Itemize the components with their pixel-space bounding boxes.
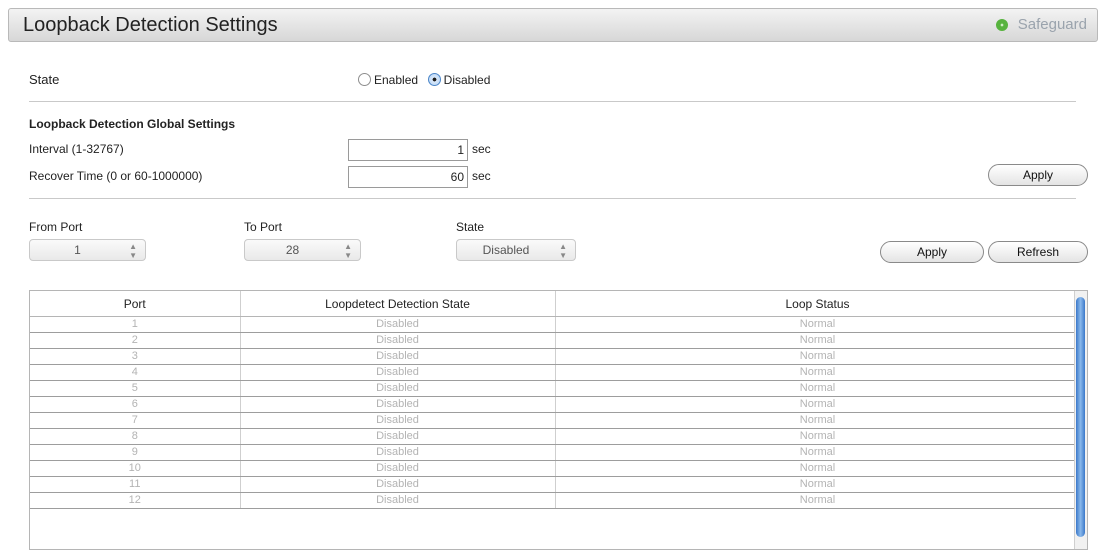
page-title: Loopback Detection Settings: [23, 14, 278, 36]
port-cell: 4: [30, 364, 241, 381]
table-row: 10 Disabled Normal: [30, 460, 1081, 477]
interval-label: Interval (1-32767): [29, 142, 124, 156]
to-port-label: To Port: [244, 220, 283, 234]
detection-state-cell: Disabled: [240, 428, 556, 445]
global-settings-heading: Loopback Detection Global Settings: [29, 117, 236, 131]
detection-state-cell: Disabled: [240, 396, 556, 413]
table-row: 8 Disabled Normal: [30, 428, 1081, 445]
port-state-select[interactable]: Disabled ▲ ▼: [456, 239, 576, 261]
enabled-radio[interactable]: [358, 73, 371, 86]
detection-state-cell: Disabled: [240, 476, 556, 493]
port-cell: 11: [30, 476, 241, 493]
state-radio-group: Enabled Disabled: [358, 72, 496, 87]
table-header-row: Port Loopdetect Detection State Loop Sta…: [30, 291, 1081, 317]
table-row: 3 Disabled Normal: [30, 348, 1081, 365]
port-cell: 2: [30, 332, 241, 349]
detection-state-cell: Disabled: [240, 380, 556, 397]
detection-state-cell: Disabled: [240, 316, 556, 333]
column-header-port: Port: [30, 291, 241, 317]
divider: [29, 198, 1076, 199]
table-row: 2 Disabled Normal: [30, 332, 1081, 349]
enabled-radio-label: Enabled: [374, 73, 419, 87]
loop-status-cell: Normal: [555, 460, 1081, 477]
loop-status-cell: Normal: [555, 380, 1081, 397]
recover-time-unit: sec: [472, 169, 491, 183]
refresh-button[interactable]: Refresh: [988, 241, 1088, 263]
port-cell: 5: [30, 380, 241, 397]
detection-state-cell: Disabled: [240, 444, 556, 461]
safeguard-label: Safeguard: [1017, 16, 1087, 33]
table-row: 7 Disabled Normal: [30, 412, 1081, 429]
to-port-value: 28: [285, 243, 300, 257]
port-cell: 9: [30, 444, 241, 461]
loop-status-cell: Normal: [555, 332, 1081, 349]
loop-status-cell: Normal: [555, 412, 1081, 429]
loop-status-cell: Normal: [555, 396, 1081, 413]
port-cell: 10: [30, 460, 241, 477]
up-down-arrows-icon: ▲ ▼: [559, 242, 567, 260]
column-header-detection-state: Loopdetect Detection State: [240, 291, 556, 317]
port-state-label: State: [456, 220, 485, 234]
divider: [29, 101, 1076, 102]
scrollbar-thumb[interactable]: [1076, 297, 1085, 537]
loop-status-cell: Normal: [555, 364, 1081, 381]
port-cell: 3: [30, 348, 241, 365]
up-down-arrows-icon: ▲ ▼: [129, 242, 137, 260]
table-row: 6 Disabled Normal: [30, 396, 1081, 413]
state-label: State: [29, 72, 60, 87]
detection-state-cell: Disabled: [240, 460, 556, 477]
detection-state-cell: Disabled: [240, 348, 556, 365]
from-port-select[interactable]: 1 ▲ ▼: [29, 239, 146, 261]
from-port-value: 1: [74, 243, 81, 257]
loop-status-cell: Normal: [555, 444, 1081, 461]
port-status-table: Port Loopdetect Detection State Loop Sta…: [29, 290, 1088, 550]
up-down-arrows-icon: ▲ ▼: [344, 242, 352, 260]
port-apply-button[interactable]: Apply: [880, 241, 984, 263]
column-header-loop-status: Loop Status: [555, 291, 1081, 317]
recover-time-input[interactable]: 60: [348, 166, 468, 188]
loop-status-cell: Normal: [555, 476, 1081, 493]
detection-state-cell: Disabled: [240, 364, 556, 381]
table-row: 1 Disabled Normal: [30, 316, 1081, 333]
table-row: 4 Disabled Normal: [30, 364, 1081, 381]
interval-unit: sec: [472, 142, 491, 156]
title-bar: Loopback Detection Settings Safeguard: [8, 8, 1098, 42]
port-cell: 7: [30, 412, 241, 429]
table-row: 11 Disabled Normal: [30, 476, 1081, 493]
table-scrollbar[interactable]: [1074, 291, 1087, 549]
disabled-radio[interactable]: [427, 73, 441, 86]
port-cell: 1: [30, 316, 241, 333]
loop-status-cell: Normal: [555, 492, 1081, 509]
table-row: 9 Disabled Normal: [30, 444, 1081, 461]
table-row: 5 Disabled Normal: [30, 380, 1081, 397]
detection-state-cell: Disabled: [240, 492, 556, 509]
port-cell: 8: [30, 428, 241, 445]
loop-status-cell: Normal: [555, 428, 1081, 445]
global-apply-button[interactable]: Apply: [988, 164, 1088, 186]
port-state-value: Disabled: [482, 243, 530, 257]
interval-input[interactable]: 1: [348, 139, 468, 161]
loop-status-cell: Normal: [555, 348, 1081, 365]
table-row: 12 Disabled Normal: [30, 492, 1081, 509]
recover-time-label: Recover Time (0 or 60-1000000): [29, 169, 203, 183]
port-cell: 12: [30, 492, 241, 509]
port-cell: 6: [30, 396, 241, 413]
to-port-select[interactable]: 28 ▲ ▼: [244, 239, 361, 261]
disabled-radio-label: Disabled: [443, 73, 491, 87]
safeguard-indicator[interactable]: Safeguard: [995, 16, 1087, 33]
status-dot-icon: [995, 18, 1008, 31]
detection-state-cell: Disabled: [240, 332, 556, 349]
detection-state-cell: Disabled: [240, 412, 556, 429]
from-port-label: From Port: [29, 220, 83, 234]
loop-status-cell: Normal: [555, 316, 1081, 333]
